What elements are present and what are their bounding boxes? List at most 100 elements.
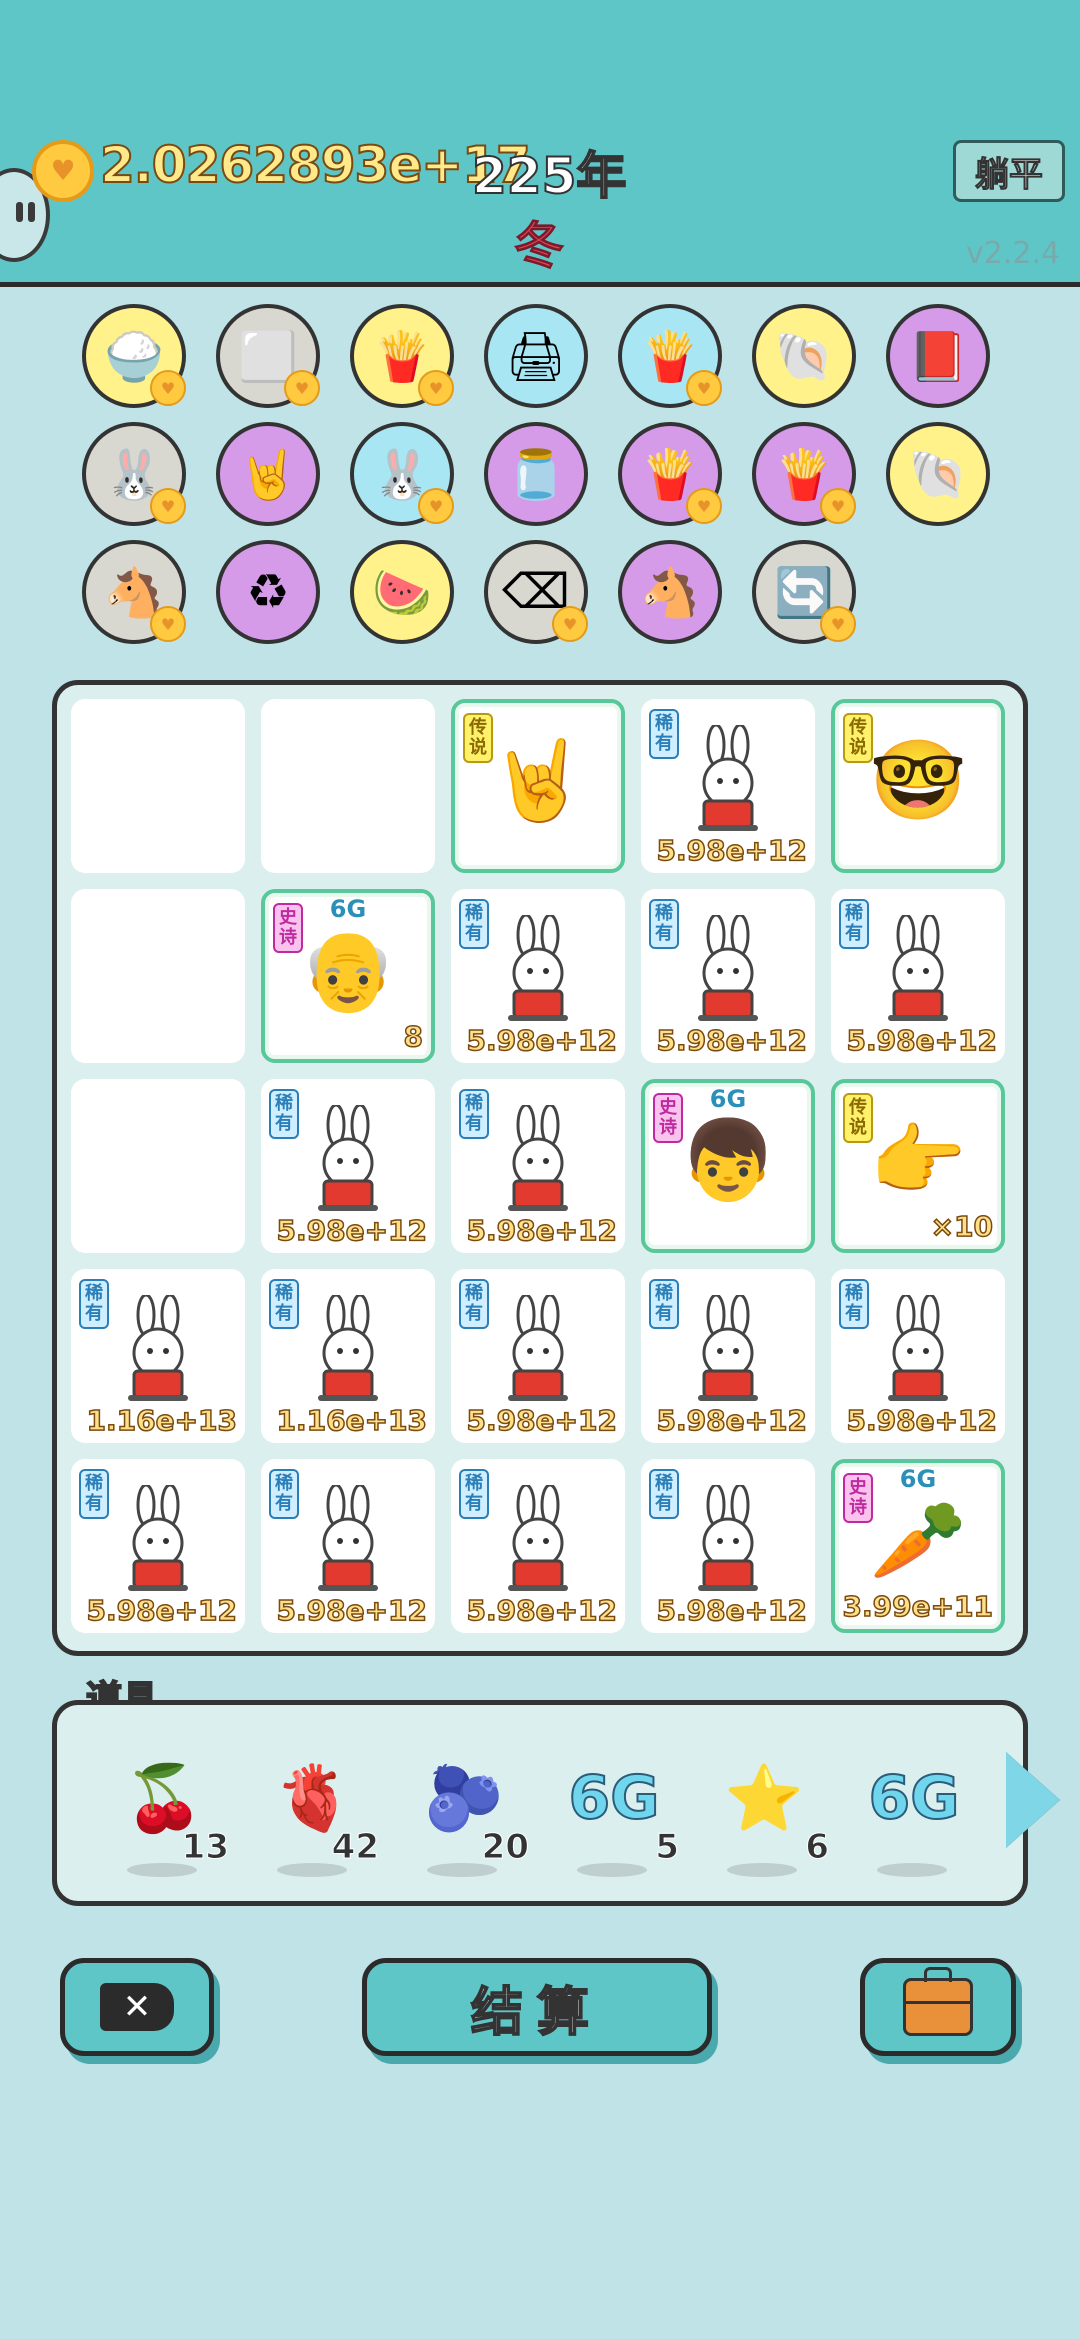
empty-slot[interactable] (71, 889, 245, 1063)
empty-slot[interactable] (71, 699, 245, 873)
jar-icon[interactable]: 🫙 (484, 422, 588, 526)
rarity-tag: 稀有 (459, 1469, 489, 1519)
horse-pair-icon[interactable]: 🐴 ♥ (82, 540, 186, 644)
time-magazine-icon[interactable]: 📕 (886, 304, 990, 408)
recycle-icon[interactable]: ♻ (216, 540, 320, 644)
delete-key-icon[interactable]: ⌫ ♥ (484, 540, 588, 644)
bunny-icon (698, 725, 758, 831)
six-g-badge: 6G (329, 895, 367, 923)
slot-red-hat-boy[interactable]: 史诗 6G 👦 (641, 1079, 815, 1253)
shell-icon[interactable]: 🐚 (752, 304, 856, 408)
prop-item[interactable]: ⭐ 6 (711, 1741, 829, 1881)
rarity-tag: 稀有 (79, 1469, 109, 1519)
slot-bunny[interactable]: 稀有 5.98e+12 (451, 1079, 625, 1253)
slot-hand-rock[interactable]: 传说 🤘 (451, 699, 625, 873)
fries-icon[interactable]: 🍟 ♥ (618, 422, 722, 526)
printer-icon-glyph: 🖨 (505, 328, 567, 385)
bunny-icon (318, 1295, 378, 1401)
prop-item[interactable]: 6G 5 (561, 1741, 679, 1881)
slot-value: 5.98e+12 (466, 1403, 618, 1438)
six-g-icon: 6G (568, 1762, 661, 1834)
slot-old-man[interactable]: 史诗 6G 👴 8 (261, 889, 435, 1063)
slot-value: 5.98e+12 (276, 1593, 428, 1628)
horse-pair-icon-glyph: 🐴 (640, 564, 700, 621)
remove-button[interactable]: ✕ (60, 1958, 214, 2056)
shell-icon-glyph: 🐚 (908, 446, 968, 503)
heart-badge-icon: ♥ (820, 606, 856, 642)
six-g-icon: 6G (868, 1762, 961, 1834)
old-man-icon: 👴 (299, 926, 397, 1016)
prop-count: 5 (655, 1827, 680, 1868)
slot-bunny[interactable]: 稀有 5.98e+12 (831, 889, 1005, 1063)
rarity-tag: 稀有 (269, 1279, 299, 1329)
slot-bunny[interactable]: 稀有 5.98e+12 (641, 699, 815, 873)
fruit-platter-icon[interactable]: 🍉 (350, 540, 454, 644)
slot-hand-point[interactable]: 传说 👉 ×10 (831, 1079, 1005, 1253)
bunny-icon[interactable]: 🐰 ♥ (82, 422, 186, 526)
slot-value: 5.98e+12 (466, 1023, 618, 1058)
bunny-icon (318, 1105, 378, 1211)
empty-slot[interactable] (71, 1079, 245, 1253)
slot-bunny[interactable]: 稀有 5.98e+12 (71, 1459, 245, 1633)
slot-bunny[interactable]: 稀有 5.98e+12 (451, 1269, 625, 1443)
rarity-tag: 稀有 (269, 1469, 299, 1519)
empty-slot[interactable] (261, 699, 435, 873)
fries-icon[interactable]: 🍟 ♥ (752, 422, 856, 526)
prop-item[interactable]: 🍒 13 (111, 1741, 230, 1881)
bunny-icon (698, 915, 758, 1021)
inventory-button[interactable] (860, 1958, 1016, 2056)
printer-icon[interactable]: 🖨 (484, 304, 588, 408)
settle-button[interactable]: 结算 (362, 1958, 712, 2056)
slot-bald-glasses[interactable]: 传说 🤓 (831, 699, 1005, 873)
rock-hand-icon[interactable]: 🤘 (216, 422, 320, 526)
prop-item[interactable]: 🫐 20 (411, 1741, 530, 1881)
next-arrow-icon[interactable] (1006, 1752, 1060, 1848)
slot-bunny[interactable]: 稀有 5.98e+12 (831, 1269, 1005, 1443)
slot-value: 3.99e+11 (842, 1589, 994, 1624)
shell-icon-glyph: 🐚 (774, 328, 834, 385)
rarity-tag: 稀有 (649, 1279, 679, 1329)
bunny-icon (888, 1295, 948, 1401)
rarity-tag: 稀有 (649, 899, 679, 949)
slot-bunny[interactable]: 稀有 5.98e+12 (261, 1459, 435, 1633)
heart-badge-icon: ♥ (820, 488, 856, 524)
slot-bunny[interactable]: 稀有 5.98e+12 (641, 889, 815, 1063)
heart-badge-icon: ♥ (686, 488, 722, 524)
bunny-icon (888, 915, 948, 1021)
bunny-icon (698, 1295, 758, 1401)
prop-count: 42 (331, 1827, 379, 1868)
sugar-cubes-icon[interactable]: ⬜ ♥ (216, 304, 320, 408)
prop-item[interactable]: 🫀 42 (261, 1741, 380, 1881)
rarity-tag: 稀有 (269, 1089, 299, 1139)
heart-badge-icon: ♥ (284, 370, 320, 406)
six-g-badge: 6G (899, 1465, 937, 1493)
slot-bunny[interactable]: 稀有 5.98e+12 (641, 1269, 815, 1443)
slot-bunny[interactable]: 稀有 5.98e+12 (261, 1079, 435, 1253)
shell-icon[interactable]: 🐚 (886, 422, 990, 526)
slot-value: ×10 (930, 1209, 994, 1244)
lie-flat-button[interactable]: 躺平 (953, 140, 1065, 202)
slot-bunny[interactable]: 稀有 5.98e+12 (451, 889, 625, 1063)
bunny-icon (508, 915, 568, 1021)
slot-value: 1.16e+13 (276, 1403, 428, 1438)
year-label: 225年 (471, 146, 627, 206)
bunny-icon (128, 1295, 188, 1401)
refresh-icon[interactable]: 🔄 ♥ (752, 540, 856, 644)
prop-item[interactable]: 6G (861, 1741, 971, 1881)
slot-bunny[interactable]: 稀有 1.16e+13 (261, 1269, 435, 1443)
slot-bunny[interactable]: 稀有 5.98e+12 (641, 1459, 815, 1633)
slot-value: 5.98e+12 (656, 1023, 808, 1058)
top-bar: ♥ 2.0262893e+17 225年 冬 躺平 v2.2.4 (0, 0, 1080, 287)
fries-icon[interactable]: 🍟 ♥ (618, 304, 722, 408)
fries-icon[interactable]: 🍟 ♥ (350, 304, 454, 408)
coin-icon: ♥ (32, 140, 94, 202)
horse-pair-icon[interactable]: 🐴 (618, 540, 722, 644)
bunny-icon[interactable]: 🐰 ♥ (350, 422, 454, 526)
slot-bunny[interactable]: 稀有 1.16e+13 (71, 1269, 245, 1443)
slot-board: 传说 🤘 稀有 5.98e+12 传说 🤓 史诗 6G 👴 8 稀有 5.98e+12 稀有 5.98e+… (52, 680, 1028, 1656)
slot-carrot-king[interactable]: 史诗 6G 🥕 3.99e+11 (831, 1459, 1005, 1633)
rice-bowl-icon[interactable]: 🍚 ♥ (82, 304, 186, 408)
red-hat-boy-icon: 👦 (679, 1116, 777, 1206)
heart-badge-icon: ♥ (418, 488, 454, 524)
slot-bunny[interactable]: 稀有 5.98e+12 (451, 1459, 625, 1633)
